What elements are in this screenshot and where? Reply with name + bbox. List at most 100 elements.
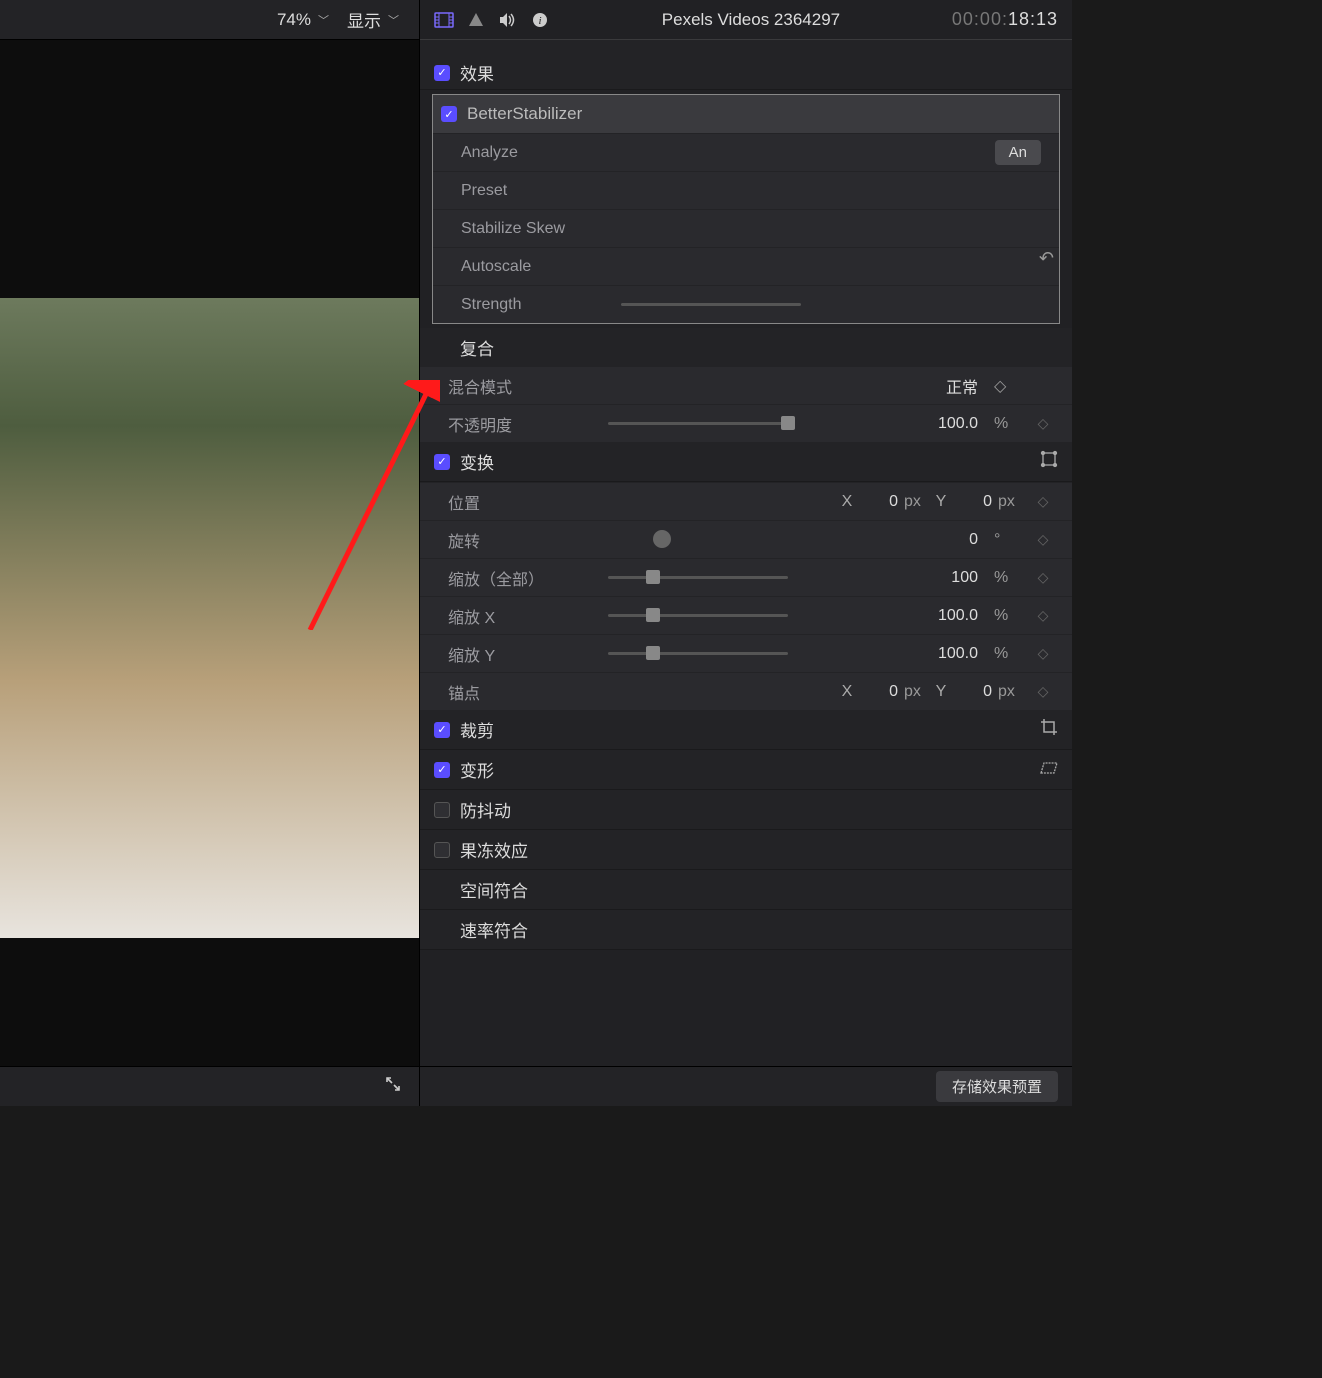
rolling-shutter-checkbox[interactable]: [434, 842, 450, 858]
svg-text:i: i: [538, 15, 541, 27]
param-anchor[interactable]: 锚点 X 0 px Y 0 px ◇: [420, 672, 1072, 710]
chevron-down-icon: ﹀: [388, 12, 399, 28]
video-tab-icon[interactable]: [434, 12, 454, 28]
anchor-y-value[interactable]: 0: [954, 683, 992, 701]
skew-label: Stabilize Skew: [461, 220, 601, 238]
param-blend-mode[interactable]: 混合模式 正常 ◇: [420, 366, 1072, 404]
composite-section[interactable]: 复合: [420, 328, 1072, 366]
anchor-label: 锚点: [448, 680, 588, 704]
stabilization-section[interactable]: 防抖动: [420, 790, 1072, 830]
scale-x-value[interactable]: 100.0: [918, 607, 978, 625]
scale-all-label: 缩放（全部）: [448, 566, 588, 590]
effect-betterstabilizer: ✓ BetterStabilizer Analyze An Preset Sta…: [432, 94, 1060, 324]
viewer-canvas[interactable]: [0, 40, 419, 1066]
distort-onscreen-icon[interactable]: [1038, 760, 1058, 780]
param-analyze: Analyze An: [433, 133, 1059, 171]
param-preset[interactable]: Preset: [433, 171, 1059, 209]
inspector-footer: 存储效果预置: [420, 1066, 1072, 1106]
pos-x-value[interactable]: 0: [860, 493, 898, 511]
zoom-dropdown[interactable]: 74% ﹀: [277, 10, 329, 30]
param-autoscale[interactable]: Autoscale: [433, 247, 1059, 285]
zoom-value: 74%: [277, 10, 311, 30]
scale-all-slider[interactable]: [608, 576, 788, 579]
save-effects-preset-button[interactable]: 存储效果预置: [936, 1071, 1058, 1102]
crop-checkbox[interactable]: ✓: [434, 722, 450, 738]
fullscreen-icon[interactable]: [385, 1076, 401, 1097]
effect-checkbox[interactable]: ✓: [441, 106, 457, 122]
clip-name: Pexels Videos 2364297: [562, 10, 940, 30]
preset-label: Preset: [461, 182, 601, 200]
transform-label: 变换: [460, 449, 494, 474]
param-position[interactable]: 位置 X 0 px Y 0 px ◇: [420, 482, 1072, 520]
scale-x-slider[interactable]: [608, 614, 788, 617]
viewer-toolbar: 74% ﹀ 显示 ﹀: [0, 0, 419, 40]
param-rotation[interactable]: 旋转 0 ° ◇: [420, 520, 1072, 558]
pos-y-value[interactable]: 0: [954, 493, 992, 511]
keyframe-icon[interactable]: ◇: [1032, 493, 1054, 510]
distort-section[interactable]: ✓ 变形: [420, 750, 1072, 790]
blend-mode-value: 正常: [918, 374, 978, 398]
opacity-value: 100.0: [918, 415, 978, 433]
stabilization-label: 防抖动: [460, 797, 511, 822]
param-scale-y[interactable]: 缩放 Y 100.0 % ◇: [420, 634, 1072, 672]
effect-name: BetterStabilizer: [467, 104, 582, 124]
crop-onscreen-icon[interactable]: [1040, 718, 1058, 741]
effects-label: 效果: [460, 60, 494, 85]
rotation-dial[interactable]: [608, 538, 668, 541]
distort-checkbox[interactable]: ✓: [434, 762, 450, 778]
scale-y-slider[interactable]: [608, 652, 788, 655]
preview-image: [0, 298, 419, 938]
inspector-body: ✓ 效果 ✓ BetterStabilizer Analyze An Prese…: [420, 40, 1072, 1066]
transform-onscreen-icon[interactable]: [1040, 450, 1058, 473]
scale-y-value[interactable]: 100.0: [918, 645, 978, 663]
rotation-value[interactable]: 0: [918, 531, 978, 549]
color-tab-icon[interactable]: [466, 12, 486, 28]
strength-slider[interactable]: [621, 303, 801, 306]
param-strength[interactable]: Strength: [433, 285, 1059, 323]
position-label: 位置: [448, 490, 588, 514]
keyframe-icon[interactable]: ◇: [1032, 569, 1054, 586]
opacity-slider[interactable]: [608, 422, 788, 425]
param-scale-all[interactable]: 缩放（全部） 100 % ◇: [420, 558, 1072, 596]
spatial-conform-label: 空间符合: [460, 877, 528, 902]
rolling-shutter-label: 果冻效应: [460, 837, 528, 862]
transform-section[interactable]: ✓ 变换: [420, 442, 1072, 482]
undo-icon[interactable]: ↶: [1039, 248, 1054, 269]
inspector-header: i Pexels Videos 2364297 00:00:18:13: [420, 0, 1072, 40]
effect-header[interactable]: ✓ BetterStabilizer: [433, 95, 1059, 133]
rate-conform-section[interactable]: 速率符合: [420, 910, 1072, 950]
audio-tab-icon[interactable]: [498, 12, 518, 28]
timecode: 00:00:18:13: [952, 9, 1058, 30]
composite-label: 复合: [460, 335, 494, 360]
strength-label: Strength: [461, 296, 601, 314]
keyframe-icon[interactable]: ◇: [1032, 415, 1054, 432]
param-stabilize-skew[interactable]: Stabilize Skew: [433, 209, 1059, 247]
analyze-label: Analyze: [461, 144, 601, 162]
chevron-down-icon: ﹀: [318, 12, 329, 28]
scale-all-value[interactable]: 100: [918, 569, 978, 587]
crop-label: 裁剪: [460, 717, 494, 742]
keyframe-icon[interactable]: ◇: [1032, 683, 1054, 700]
param-scale-x[interactable]: 缩放 X 100.0 % ◇: [420, 596, 1072, 634]
display-dropdown[interactable]: 显示 ﹀: [347, 7, 399, 32]
stabilization-checkbox[interactable]: [434, 802, 450, 818]
spatial-conform-section[interactable]: 空间符合: [420, 870, 1072, 910]
keyframe-icon[interactable]: ◇: [1032, 531, 1054, 548]
opacity-unit: %: [994, 415, 1022, 433]
effects-checkbox[interactable]: ✓: [434, 65, 450, 81]
crop-section[interactable]: ✓ 裁剪: [420, 710, 1072, 750]
rolling-shutter-section[interactable]: 果冻效应: [420, 830, 1072, 870]
rate-conform-label: 速率符合: [460, 917, 528, 942]
inspector-panel: i Pexels Videos 2364297 00:00:18:13 ✓ 效果…: [419, 0, 1072, 1106]
scale-y-label: 缩放 Y: [448, 642, 588, 666]
effects-section[interactable]: ✓ 效果: [420, 40, 1072, 90]
anchor-x-value[interactable]: 0: [860, 683, 898, 701]
keyframe-icon[interactable]: ◇: [1032, 645, 1054, 662]
keyframe-icon[interactable]: ◇: [1032, 607, 1054, 624]
viewer-footer: [0, 1066, 419, 1106]
display-label: 显示: [347, 7, 381, 32]
param-opacity[interactable]: 不透明度 100.0 % ◇: [420, 404, 1072, 442]
transform-checkbox[interactable]: ✓: [434, 454, 450, 470]
analyze-button[interactable]: An: [995, 140, 1041, 165]
info-tab-icon[interactable]: i: [530, 12, 550, 28]
